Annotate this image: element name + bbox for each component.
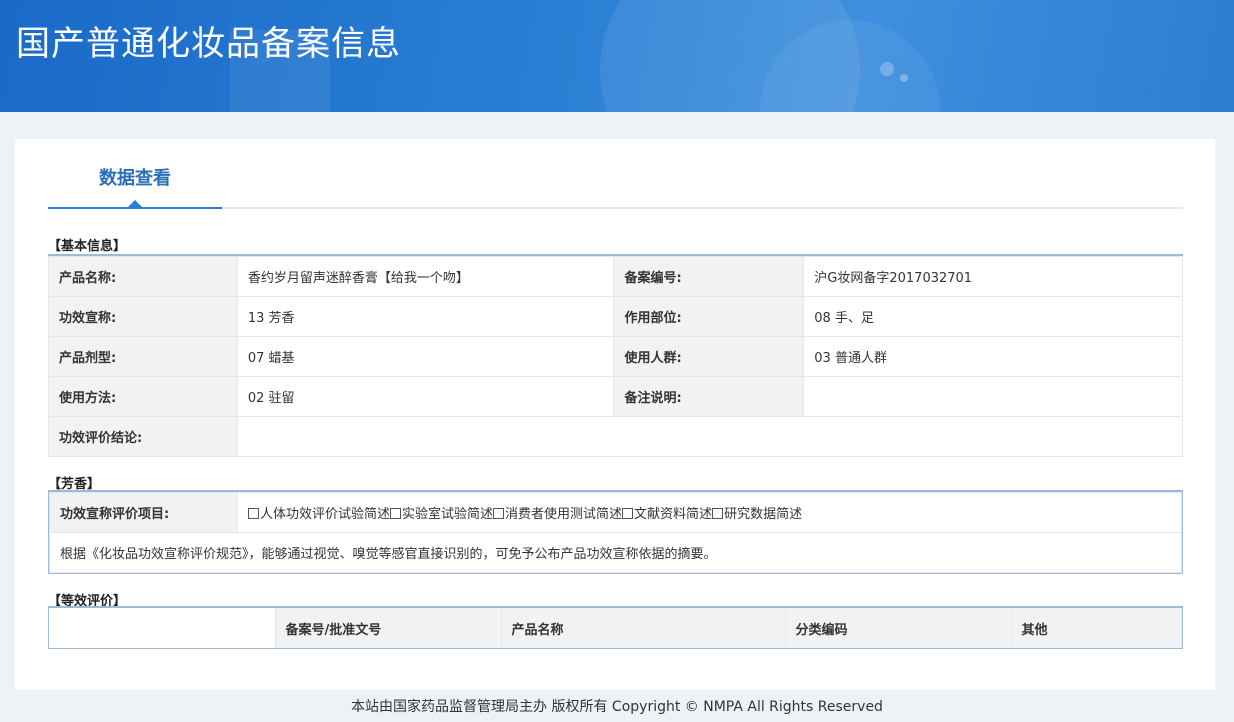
checkbox-icon[interactable] bbox=[248, 508, 259, 519]
label-efficacy-claim: 功效宣称: bbox=[48, 296, 238, 337]
column-header-product-name: 产品名称 bbox=[501, 608, 786, 648]
checkbox-icon[interactable] bbox=[390, 508, 402, 519]
column-header-category-code: 分类编码 bbox=[785, 608, 1012, 648]
label-application-site: 作用部位: bbox=[613, 296, 805, 337]
footer-copyright: 本站由国家药品监督管理局主办 版权所有 Copyright © NMPA All… bbox=[351, 699, 883, 715]
page-header: 国产普通化妆品备案信息 bbox=[0, 0, 1234, 112]
evaluation-options: 人体功效评价试验简述 实验室试验简述 消费者使用测试简述 文献资料简述 研究数据简述 bbox=[237, 492, 1182, 533]
option-human-trial[interactable]: 人体功效评价试验简述 bbox=[248, 503, 390, 522]
header-decoration bbox=[880, 62, 894, 76]
table-row: 功效宣称评价项目: 人体功效评价试验简述 实验室试验简述 消费者使用测试简述 文献资料… bbox=[49, 492, 1182, 533]
value-target-group: 03 普通人群 bbox=[803, 336, 1183, 377]
option-lab-test[interactable]: 实验室试验简述 bbox=[390, 503, 493, 522]
label-remarks: 备注说明: bbox=[613, 376, 805, 417]
label-product-name: 产品名称: bbox=[48, 256, 238, 297]
table-row: 产品名称: 香约岁月留声迷醉香膏【给我一个吻】 备案编号: 沪G妆网备字2017… bbox=[48, 256, 1183, 297]
checkbox-icon[interactable] bbox=[622, 508, 634, 519]
value-efficacy-claim: 13 芳香 bbox=[236, 296, 615, 337]
tab-data-view[interactable]: 数据查看 bbox=[48, 139, 222, 209]
label-efficacy-evaluation-items: 功效宣称评价项目: bbox=[49, 492, 238, 533]
value-efficacy-conclusion bbox=[236, 416, 1184, 457]
tab-active-caret-icon bbox=[128, 200, 142, 207]
table-row: 使用方法: 02 驻留 备注说明: bbox=[48, 376, 1183, 417]
value-application-site: 08 手、足 bbox=[803, 296, 1183, 337]
label-record-number: 备案编号: bbox=[613, 256, 805, 297]
value-product-name: 香约岁月留声迷醉香膏【给我一个吻】 bbox=[236, 256, 615, 297]
value-remarks bbox=[803, 376, 1183, 417]
label-usage-method: 使用方法: bbox=[48, 376, 238, 417]
basic-info-table: 产品名称: 香约岁月留声迷醉香膏【给我一个吻】 备案编号: 沪G妆网备字2017… bbox=[48, 256, 1184, 457]
header-decoration bbox=[900, 74, 908, 82]
content-panel: 数据查看 【基本信息】 产品名称: 香约岁月留声迷醉香膏【给我一个吻】 备案编号… bbox=[15, 139, 1215, 690]
label-target-group: 使用人群: bbox=[613, 336, 805, 377]
section-title-basic: 【基本信息】 bbox=[48, 239, 127, 254]
label-dosage-form: 产品剂型: bbox=[48, 336, 238, 377]
page-title: 国产普通化妆品备案信息 bbox=[16, 24, 401, 64]
table-header-row: 备案号/批准文号 产品名称 分类编码 其他 bbox=[49, 608, 1182, 648]
column-header-record-number: 备案号/批准文号 bbox=[275, 608, 502, 648]
checkbox-icon[interactable] bbox=[493, 508, 505, 519]
value-dosage-form: 07 蜡基 bbox=[236, 336, 615, 377]
tab-label: 数据查看 bbox=[99, 168, 171, 189]
table-row: 根据《化妆品功效宣称评价规范》，能够通过视觉、嗅觉等感官直接识别的，可免予公布产… bbox=[49, 532, 1182, 573]
checkbox-icon[interactable] bbox=[712, 508, 724, 519]
option-consumer-test[interactable]: 消费者使用测试简述 bbox=[493, 503, 622, 522]
table-row: 功效宣称: 13 芳香 作用部位: 08 手、足 bbox=[48, 296, 1183, 337]
tab-bar: 数据查看 bbox=[48, 139, 1183, 209]
fragrance-box: 功效宣称评价项目: 人体功效评价试验简述 实验室试验简述 消费者使用测试简述 文献资料… bbox=[48, 490, 1183, 574]
equivalent-table: 备案号/批准文号 产品名称 分类编码 其他 bbox=[48, 606, 1183, 649]
value-usage-method: 02 驻留 bbox=[236, 376, 615, 417]
label-efficacy-conclusion: 功效评价结论: bbox=[48, 416, 238, 457]
column-header-other: 其他 bbox=[1011, 608, 1182, 648]
table-row: 功效评价结论: bbox=[48, 416, 1184, 457]
table-row: 产品剂型: 07 蜡基 使用人群: 03 普通人群 bbox=[48, 336, 1183, 377]
fragrance-note: 根据《化妆品功效宣称评价规范》，能够通过视觉、嗅觉等感官直接识别的，可免予公布产… bbox=[49, 532, 1182, 573]
option-research-data[interactable]: 研究数据简述 bbox=[712, 503, 802, 522]
option-literature[interactable]: 文献资料简述 bbox=[622, 503, 712, 522]
value-record-number: 沪G妆网备字2017032701 bbox=[803, 256, 1183, 297]
column-header-blank bbox=[49, 608, 276, 648]
